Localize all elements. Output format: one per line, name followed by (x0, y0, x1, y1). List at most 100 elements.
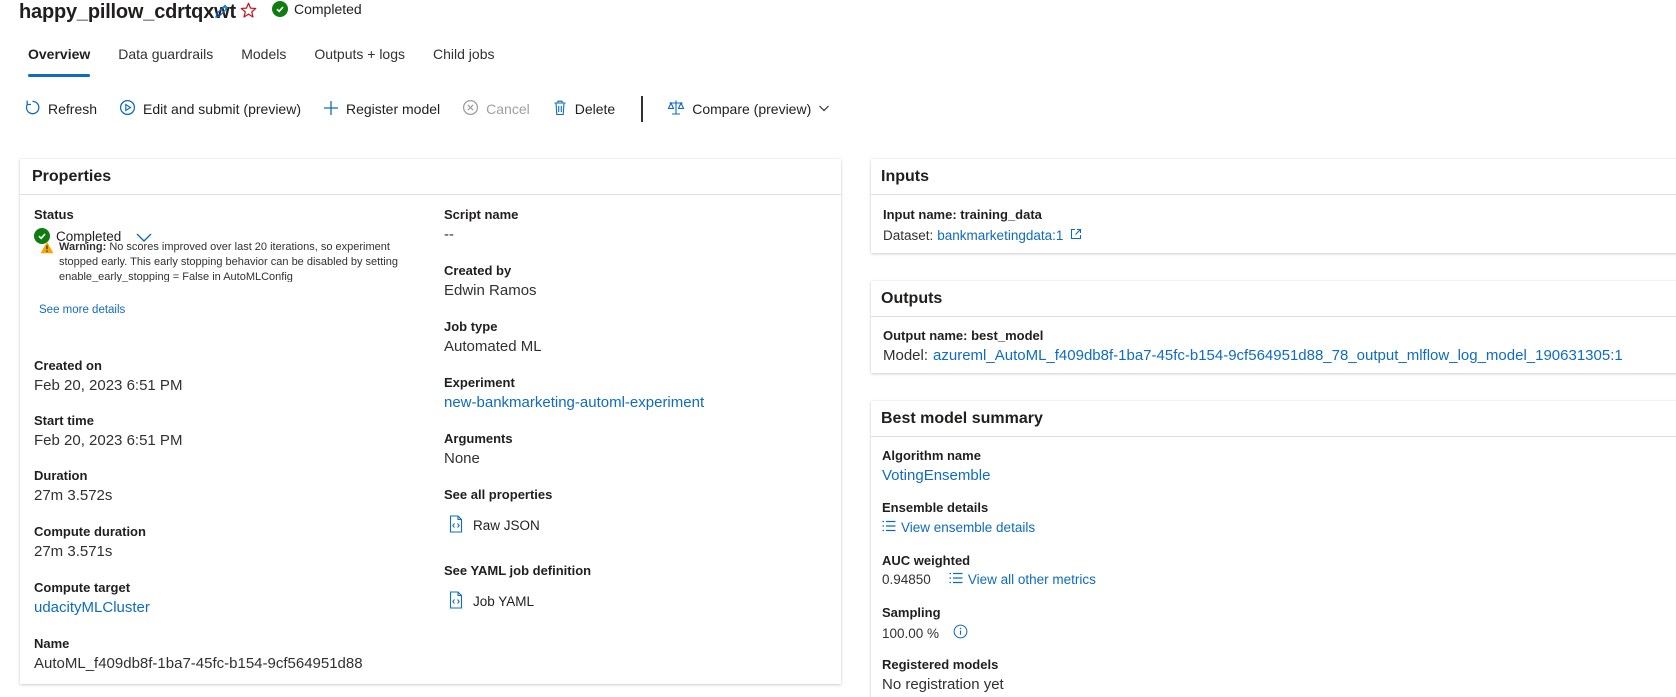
open-external-icon[interactable] (1070, 228, 1082, 243)
registered-models-value: No registration yet (882, 676, 1004, 693)
duration-label: Duration (34, 468, 88, 483)
warning-icon (40, 241, 54, 259)
edit-pencil-icon[interactable] (214, 3, 230, 22)
experiment-link[interactable]: new-bankmarketing-automl-experiment (444, 394, 704, 411)
delete-button[interactable]: Delete (552, 99, 615, 119)
created-on-value: Feb 20, 2023 6:51 PM (34, 377, 183, 394)
tab-outputs-logs[interactable]: Outputs + logs (305, 46, 414, 78)
best-model-summary-card: Best model summary (871, 401, 1676, 697)
job-yaml-link[interactable]: Job YAML (448, 591, 534, 612)
tab-child-jobs[interactable]: Child jobs (424, 46, 503, 78)
info-icon[interactable] (953, 624, 968, 642)
dataset-prefix: Dataset: (883, 228, 934, 243)
tab-bar: Overview Data guardrails Models Outputs … (19, 46, 514, 78)
header-status-text: Completed (294, 1, 362, 17)
duration-value: 27m 3.572s (34, 487, 113, 504)
header-status: Completed (272, 1, 362, 17)
sampling-label: Sampling (882, 605, 941, 620)
created-by-label: Created by (444, 263, 512, 278)
view-all-metrics-label: View all other metrics (967, 572, 1096, 587)
cancel-button[interactable]: Cancel (462, 99, 530, 119)
model-row: Model: azureml_AutoML_f409db8f-1ba7-45fc… (883, 347, 1623, 364)
status-label: Status (34, 207, 74, 222)
list-icon (882, 520, 896, 535)
sampling-row: 100.00 % (882, 624, 968, 642)
see-all-properties-label: See all properties (444, 487, 553, 502)
view-all-metrics-link[interactable]: View all other metrics (949, 572, 1096, 587)
warning-title: Warning: (59, 241, 107, 253)
created-on-label: Created on (34, 358, 102, 373)
experiment-label: Experiment (444, 375, 515, 390)
toolbar-divider (641, 96, 644, 122)
cancel-label: Cancel (486, 101, 530, 117)
job-type-value: Automated ML (444, 338, 542, 355)
success-check-icon (272, 1, 288, 17)
trash-icon (552, 99, 568, 119)
inputs-card-title: Inputs (871, 159, 1676, 195)
algorithm-name-label: Algorithm name (882, 448, 981, 463)
raw-json-link[interactable]: Raw JSON (448, 515, 540, 536)
scale-icon (667, 99, 685, 119)
compute-duration-label: Compute duration (34, 524, 146, 539)
refresh-button[interactable]: Refresh (24, 99, 97, 119)
see-more-details-link[interactable]: See more details (39, 304, 125, 316)
outputs-card-title: Outputs (871, 281, 1676, 317)
auc-row: 0.94850 View all other metrics (882, 572, 1096, 587)
arguments-label: Arguments (444, 431, 513, 446)
best-model-card-title: Best model summary (871, 401, 1676, 437)
play-circle-icon (119, 99, 136, 119)
compute-target-label: Compute target (34, 580, 131, 595)
model-prefix: Model: (883, 347, 929, 364)
auc-value: 0.94850 (882, 572, 931, 587)
script-name-value: -- (444, 226, 454, 243)
refresh-icon (24, 99, 41, 119)
view-ensemble-details-link[interactable]: View ensemble details (882, 520, 1035, 535)
view-ensemble-details-label: View ensemble details (901, 520, 1036, 535)
model-link[interactable]: azureml_AutoML_f409db8f-1ba7-45fc-b154-9… (933, 347, 1623, 364)
job-type-label: Job type (444, 319, 498, 334)
sampling-value: 100.00 % (882, 625, 940, 641)
compute-target-link[interactable]: udacityMLCluster (34, 599, 150, 616)
title-actions (214, 2, 257, 22)
script-name-label: Script name (444, 207, 519, 222)
properties-card-title: Properties (20, 159, 841, 195)
star-icon[interactable] (240, 2, 257, 22)
compare-button[interactable]: Compare (preview) (667, 99, 830, 119)
edit-submit-label: Edit and submit (preview) (143, 101, 301, 117)
input-name: Input name: training_data (883, 207, 1042, 222)
warning-text: No scores improved over last 20 iteratio… (59, 241, 398, 282)
arguments-value: None (444, 450, 480, 467)
code-file-icon (448, 591, 464, 612)
algorithm-name-link[interactable]: VotingEnsemble (882, 467, 990, 484)
compare-label: Compare (preview) (692, 101, 812, 117)
compute-duration-value: 27m 3.571s (34, 543, 113, 560)
chevron-down-icon (818, 101, 830, 117)
command-bar: Refresh Edit and submit (preview) Regist… (24, 96, 852, 122)
page-title: happy_pillow_cdrtqxwt (19, 1, 236, 23)
list-icon (949, 572, 963, 587)
output-name: Output name: best_model (883, 328, 1044, 343)
edit-submit-button[interactable]: Edit and submit (preview) (119, 99, 301, 119)
register-model-label: Register model (345, 101, 441, 117)
refresh-label: Refresh (48, 101, 98, 117)
dataset-row: Dataset: bankmarketingdata:1 (883, 228, 1082, 243)
dataset-link[interactable]: bankmarketingdata:1 (937, 228, 1063, 243)
created-by-value: Edwin Ramos (444, 282, 537, 299)
early-stopping-warning: Warning: No scores improved over last 20… (40, 240, 402, 282)
see-yaml-label: See YAML job definition (444, 563, 592, 578)
registered-models-label: Registered models (882, 657, 999, 672)
delete-label: Delete (574, 101, 616, 117)
name-value: AutoML_f409db8f-1ba7-45fc-b154-9cf564951… (34, 655, 363, 672)
tab-overview[interactable]: Overview (19, 46, 99, 78)
tab-data-guardrails[interactable]: Data guardrails (109, 46, 222, 78)
name-label: Name (34, 636, 70, 651)
start-time-value: Feb 20, 2023 6:51 PM (34, 432, 183, 449)
register-model-button[interactable]: Register model (323, 100, 440, 119)
code-file-icon (448, 515, 464, 536)
plus-icon (323, 100, 339, 119)
tab-models[interactable]: Models (232, 46, 295, 78)
auc-weighted-label: AUC weighted (882, 553, 971, 568)
job-yaml-label: Job YAML (473, 594, 535, 609)
ensemble-details-label: Ensemble details (882, 500, 989, 515)
cancel-circle-icon (462, 99, 479, 119)
